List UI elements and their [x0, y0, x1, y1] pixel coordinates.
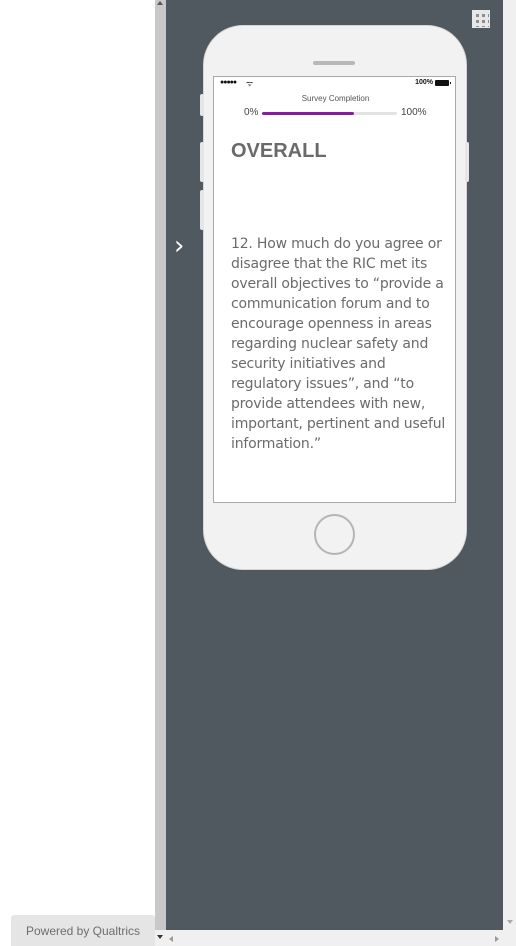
wifi-icon: ᯤ: [246, 79, 254, 88]
phone-mute-button: [200, 94, 204, 116]
phone-volume-down-button: [200, 190, 204, 230]
battery-icon: [435, 80, 451, 86]
right-scrollbar-thumb[interactable]: [503, 0, 516, 930]
progress-start-label: 0%: [244, 107, 259, 118]
phone-volume-up-button: [200, 142, 204, 182]
status-bar: ●●●●● ᯤ 100%: [220, 79, 451, 91]
survey-preview-window: Powered by Qualtrics › ●●●●● ᯤ 100% Surv…: [0, 0, 516, 946]
signal-icon: ●●●●●: [220, 79, 237, 86]
next-page-chevron-right-icon[interactable]: ›: [174, 233, 194, 259]
section-title: OVERALL: [231, 140, 327, 162]
scroll-up-arrow-icon[interactable]: [157, 1, 163, 5]
phone-speaker: [313, 61, 355, 65]
phone-power-button: [465, 142, 469, 182]
dropdown-arrow-icon[interactable]: [157, 935, 163, 939]
progress-bar-fill: [262, 112, 354, 115]
progress-bar: [262, 112, 397, 115]
phone-home-button: [314, 514, 355, 555]
powered-by-qualtrics-link[interactable]: Powered by Qualtrics: [11, 915, 155, 946]
phone-screen: ●●●●● ᯤ 100% Survey Completion 0% 100% O…: [213, 76, 456, 503]
right-scrollbar[interactable]: [503, 0, 516, 930]
progress-label: Survey Completion: [301, 94, 370, 103]
left-scrollbar[interactable]: [155, 0, 166, 946]
horizontal-scrollbar[interactable]: [155, 930, 516, 946]
left-pane: Powered by Qualtrics: [0, 0, 155, 946]
question-text: 12. How much do you agree or disagree th…: [231, 236, 446, 452]
qr-code-icon[interactable]: [472, 10, 490, 28]
scroll-down-arrow-icon[interactable]: [507, 920, 513, 924]
progress-end-label: 100%: [401, 107, 427, 118]
battery-percentage: 100%: [415, 79, 433, 86]
scroll-left-arrow-icon[interactable]: [169, 936, 173, 942]
scroll-right-arrow-icon[interactable]: [495, 936, 499, 942]
